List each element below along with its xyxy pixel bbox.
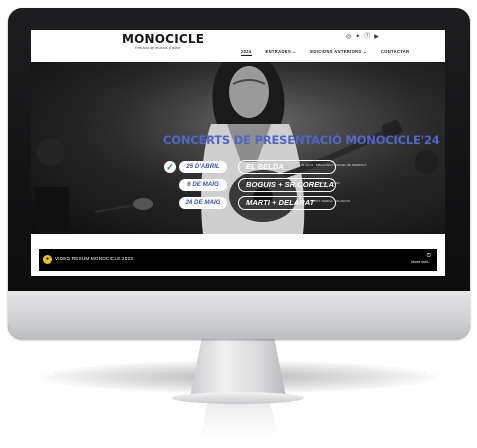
concert-date: 6 DE MAIG: [179, 179, 227, 191]
stand-reflection: [200, 402, 278, 438]
hero-banner: CONCERTS DE PRESENTACIÓ MONOCICLE'24 ✓ 2…: [31, 62, 445, 234]
twitter-icon[interactable]: ✦: [355, 34, 360, 41]
band-note: MUSIC · EUGIN: [318, 181, 340, 185]
band-name: MARTI + DELARAT: [246, 198, 315, 207]
video-player[interactable]: ● VIDEO RESUM MONOCICLE 2023 ⏲ Veure més…: [39, 249, 437, 271]
watch-later-button[interactable]: ⏲ Veure més...: [401, 253, 431, 265]
concert-row: 6 DE MAIG BOGUIS + SR.CORELLA MUSIC · EU…: [31, 178, 445, 192]
monitor-chin: [8, 291, 470, 339]
concert-date: 25 D'ABRIL: [179, 161, 227, 173]
instagram-icon[interactable]: ◎: [346, 34, 351, 41]
screen: MONOCICLE Festival de música d'autor ◎ ✦…: [31, 30, 445, 276]
imac-monitor: MONOCICLE Festival de música d'autor ◎ ✦…: [8, 8, 470, 339]
band-note: 35 ANYS · BIBLIOTECA MANUEL DE PEDROLO: [301, 163, 367, 167]
nav-item-2024[interactable]: 2024: [241, 49, 252, 56]
facebook-icon[interactable]: ⓕ: [364, 34, 370, 41]
concert-band[interactable]: BOGUIS + SR.CORELLA MUSIC · EUGIN: [238, 178, 340, 192]
monitor-stand-neck: [190, 339, 286, 397]
concert-row: ✓ 25 D'ABRIL EL BELDA 35 ANYS · BIBLIOTE…: [31, 160, 445, 174]
logo-subtitle: Festival de música d'autor: [135, 46, 181, 50]
site-logo[interactable]: MONOCICLE Festival de música d'autor: [122, 32, 205, 51]
youtube-icon[interactable]: ▶: [374, 34, 379, 41]
site-header: MONOCICLE Festival de música d'autor ◎ ✦…: [31, 30, 445, 62]
social-links: ◎ ✦ ⓕ ▶: [346, 34, 379, 41]
hero-title: CONCERTS DE PRESENTACIÓ MONOCICLE'24: [163, 133, 440, 147]
concert-band[interactable]: EL BELDA 35 ANYS · BIBLIOTECA MANUEL DE …: [238, 160, 367, 174]
band-note: SANTA TERESA · VILANOVA: [311, 199, 351, 203]
main-nav: 2024 ENTRADES ⌄ EDICIONS ANTERIORS ⌄ CON…: [241, 49, 409, 56]
nav-item-contactar[interactable]: CONTACTAR: [381, 49, 410, 56]
logo-title: MONOCICLE: [122, 32, 205, 46]
watch-later-label: Veure més...: [410, 260, 431, 264]
video-title[interactable]: VIDEO RESUM MONOCICLE 2023: [55, 256, 133, 261]
video-section: ● VIDEO RESUM MONOCICLE 2023 ⏲ Veure més…: [31, 234, 445, 276]
clock-icon: ⏲: [426, 253, 431, 259]
concert-band[interactable]: MARTI + DELARAT SANTA TERESA · VILANOVA: [238, 196, 351, 210]
nav-item-edicions-anteriors[interactable]: EDICIONS ANTERIORS ⌄: [310, 49, 367, 56]
check-icon: ✓: [164, 161, 176, 173]
concert-date: 24 DE MAIG: [179, 197, 227, 209]
band-name: EL BELDA: [246, 162, 284, 171]
nav-item-entrades[interactable]: ENTRADES ⌄: [266, 49, 297, 56]
concert-row: 24 DE MAIG MARTI + DELARAT SANTA TERESA …: [31, 196, 445, 210]
channel-avatar[interactable]: ●: [43, 255, 52, 264]
